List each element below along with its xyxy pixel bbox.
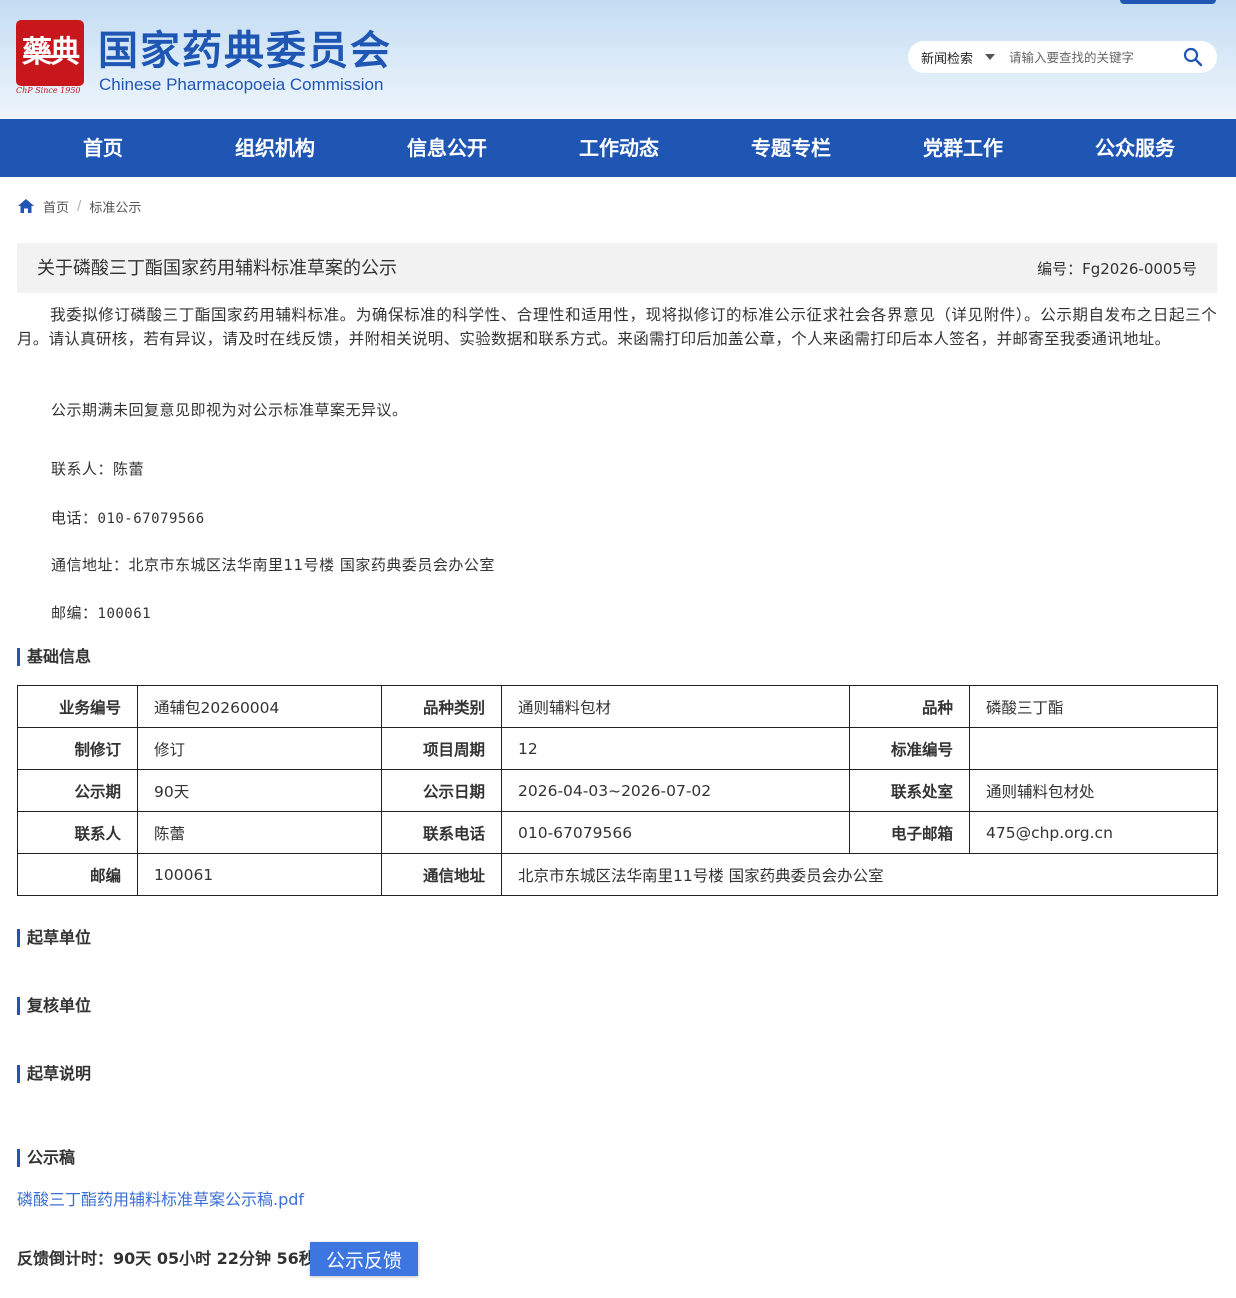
breadcrumb: 首页 / 标准公示 (18, 196, 141, 216)
postcode-label: 邮编： (51, 604, 98, 622)
article-note: 公示期满未回复意见即视为对公示标准草案无异议。 (51, 401, 408, 419)
search-box: 新闻检索 (908, 41, 1217, 73)
section-drafting-unit: 起草单位 (17, 929, 91, 947)
article-title: 关于磷酸三丁酯国家药用辅料标准草案的公示 (37, 258, 397, 279)
contact-label: 联系人： (51, 460, 114, 478)
table-row: 邮编 100061 通信地址 北京市东城区法华南里11号楼 国家药典委员会办公室 (17, 853, 1218, 896)
table-value: 2026-04-03~2026-07-02 (501, 769, 850, 812)
search-input[interactable] (1009, 49, 1160, 65)
table-label: 电子邮箱 (849, 811, 970, 854)
breadcrumb-current[interactable]: 标准公示 (89, 197, 141, 216)
table-value: 100061 (137, 853, 382, 896)
table-value: 475@chp.org.cn (969, 811, 1218, 854)
table-value (969, 727, 1218, 770)
nav-item-public-service[interactable]: 公众服务 (1095, 119, 1175, 177)
site-header: 藥典 ChP Since 1950 国家药典委员会 Chinese Pharma… (0, 0, 1236, 119)
breadcrumb-separator: / (77, 198, 82, 214)
nav-item-work-news[interactable]: 工作动态 (579, 119, 659, 177)
main-nav: 首页 组织机构 信息公开 工作动态 专题专栏 党群工作 公众服务 (0, 119, 1236, 177)
site-title-en: Chinese Pharmacopoeia Commission (99, 75, 384, 94)
logo-seal[interactable]: 藥典 (16, 20, 84, 86)
section-basic-info: 基础信息 (17, 648, 91, 666)
table-label: 邮编 (17, 853, 138, 896)
table-label: 项目周期 (381, 727, 502, 770)
table-value: 通则辅料包材 (501, 685, 850, 728)
table-label: 公示日期 (381, 769, 502, 812)
table-label: 制修订 (17, 727, 138, 770)
table-value: 通则辅料包材处 (969, 769, 1218, 812)
search-icon[interactable] (1183, 47, 1203, 67)
address-line: 通信地址：北京市东城区法华南里11号楼 国家药典委员会办公室 (51, 556, 495, 574)
logo-since-text: ChP Since 1950 (16, 86, 81, 95)
nav-item-organization[interactable]: 组织机构 (235, 119, 315, 177)
contact-line: 联系人：陈蕾 (51, 458, 144, 479)
attachment-pdf-link[interactable]: 磷酸三丁酯药用辅料标准草案公示稿.pdf (17, 1186, 304, 1210)
section-draft-document: 公示稿 (17, 1149, 75, 1167)
table-value: 磷酸三丁酯 (969, 685, 1218, 728)
article-intro: 我委拟修订磷酸三丁酯国家药用辅料标准。为确保标准的科学性、合理性和适用性，现将拟… (17, 306, 1217, 348)
nav-item-special-topics[interactable]: 专题专栏 (751, 119, 831, 177)
breadcrumb-home[interactable]: 首页 (43, 197, 69, 216)
table-label: 品种 (849, 685, 970, 728)
table-label: 通信地址 (381, 853, 502, 896)
table-label: 联系电话 (381, 811, 502, 854)
table-label: 联系人 (17, 811, 138, 854)
table-value: 通辅包20260004 (137, 685, 382, 728)
table-label: 品种类别 (381, 685, 502, 728)
chevron-down-icon[interactable] (985, 54, 996, 60)
table-label: 联系处室 (849, 769, 970, 812)
section-review-unit: 复核单位 (17, 997, 91, 1015)
table-row: 公示期 90天 公示日期 2026-04-03~2026-07-02 联系处室 … (17, 769, 1218, 812)
nav-item-home[interactable]: 首页 (83, 119, 123, 177)
table-row: 联系人 陈蕾 联系电话 010-67079566 电子邮箱 475@chp.or… (17, 811, 1218, 854)
feedback-countdown: 反馈倒计时：90天 05小时 22分钟 56秒 (17, 1249, 315, 1268)
table-value: 北京市东城区法华南里11号楼 国家药典委员会办公室 (501, 853, 1218, 896)
nav-item-party-work[interactable]: 党群工作 (923, 119, 1003, 177)
table-value: 90天 (137, 769, 382, 812)
table-row: 制修订 修订 项目周期 12 标准编号 (17, 727, 1218, 770)
contact-name: 陈蕾 (113, 460, 145, 478)
section-drafting-notes: 起草说明 (17, 1065, 91, 1083)
table-value: 12 (501, 727, 850, 770)
table-value: 010-67079566 (501, 811, 850, 854)
table-value: 陈蕾 (137, 811, 382, 854)
phone-line: 电话：010-67079566 (51, 507, 205, 528)
search-category-select[interactable]: 新闻检索 (921, 48, 973, 67)
table-row: 业务编号 通辅包20260004 品种类别 通则辅料包材 品种 磷酸三丁酯 (17, 685, 1218, 728)
phone-value: 010-67079566 (97, 511, 205, 527)
basic-info-table: 业务编号 通辅包20260004 品种类别 通则辅料包材 品种 磷酸三丁酯 制修… (17, 685, 1218, 896)
table-label: 公示期 (17, 769, 138, 812)
site-title-cn[interactable]: 国家药典委员会 (98, 18, 392, 76)
table-label: 业务编号 (17, 685, 138, 728)
postcode-value: 100061 (97, 606, 152, 622)
article-title-bar: 关于磷酸三丁酯国家药用辅料标准草案的公示 编号：Fg2026-0005号 (17, 243, 1217, 293)
public-feedback-button[interactable]: 公示反馈 (310, 1242, 418, 1276)
phone-label: 电话： (51, 509, 98, 527)
header-decoration (1120, 0, 1216, 4)
nav-item-info-disclosure[interactable]: 信息公开 (407, 119, 487, 177)
postcode-line: 邮编：100061 (51, 602, 151, 623)
home-icon[interactable] (18, 199, 34, 213)
table-value: 修订 (137, 727, 382, 770)
table-label: 标准编号 (849, 727, 970, 770)
article-code: 编号：Fg2026-0005号 (1037, 260, 1197, 278)
